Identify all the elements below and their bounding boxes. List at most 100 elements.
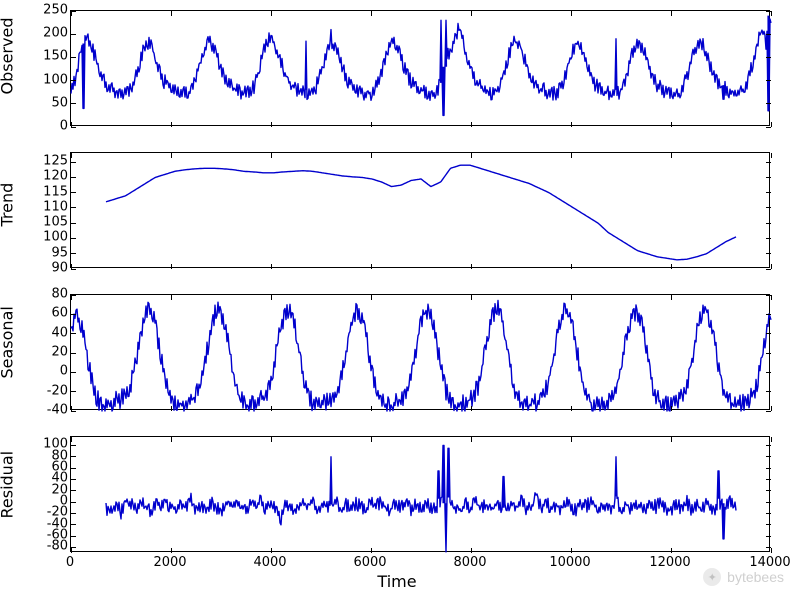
xtick-mark xyxy=(771,153,772,158)
ytick-mark xyxy=(71,11,76,12)
xtick-mark xyxy=(71,11,72,16)
xtick-mark xyxy=(671,122,672,127)
xtick-mark xyxy=(471,153,472,158)
xtick-mark xyxy=(271,264,272,269)
xtick-mark xyxy=(471,264,472,269)
ytick-mark xyxy=(71,314,76,315)
ytick-mark xyxy=(766,192,771,193)
xtick-mark xyxy=(771,295,772,300)
ylabel-observed: Observed xyxy=(0,45,17,95)
xtick-mark xyxy=(571,437,572,442)
ytick-mark xyxy=(71,536,76,537)
xtick-mark xyxy=(171,295,172,300)
ytick-mark xyxy=(766,502,771,503)
xtick-mark xyxy=(471,122,472,127)
ytick-label: 0 xyxy=(60,365,68,378)
subplot-seasonal xyxy=(70,294,770,410)
xtick-mark xyxy=(71,122,72,127)
ytick-mark xyxy=(766,391,771,392)
ytick-label: 105 xyxy=(43,216,68,229)
xtick-mark xyxy=(471,295,472,300)
xtick-mark xyxy=(471,406,472,411)
xtick-mark xyxy=(371,11,372,16)
ytick-mark xyxy=(71,411,76,412)
xtick-mark xyxy=(71,437,72,442)
xtick-mark xyxy=(171,122,172,127)
xtick-mark xyxy=(671,437,672,442)
watermark-text: bytebees xyxy=(727,569,784,585)
ytick-mark xyxy=(71,177,76,178)
xtick-mark xyxy=(71,264,72,269)
ytick-label: 125 xyxy=(43,155,68,168)
xtick-mark xyxy=(371,437,372,442)
xtick-mark xyxy=(571,406,572,411)
ytick-mark xyxy=(71,57,76,58)
ytick-label: 95 xyxy=(51,246,68,259)
seasonal-line xyxy=(71,295,769,409)
xtick-mark xyxy=(171,153,172,158)
ylabel-trend: Trend xyxy=(0,197,17,227)
xtick-mark xyxy=(471,548,472,553)
ytick-mark xyxy=(71,490,76,491)
xtick-mark xyxy=(571,264,572,269)
subplot-residual xyxy=(70,436,770,552)
ytick-mark xyxy=(71,502,76,503)
ytick-mark xyxy=(71,162,76,163)
xtick-mark xyxy=(571,295,572,300)
ytick-mark xyxy=(71,127,76,128)
ytick-mark xyxy=(766,536,771,537)
ytick-mark xyxy=(71,468,76,469)
ytick-mark xyxy=(766,479,771,480)
xtick-mark xyxy=(171,548,172,553)
ytick-mark xyxy=(71,479,76,480)
ytick-mark xyxy=(71,372,76,373)
xtick-mark xyxy=(371,264,372,269)
xtick-label: 2000 xyxy=(153,556,186,569)
xtick-mark xyxy=(571,153,572,158)
ytick-label: 100 xyxy=(43,438,68,451)
ytick-label: 250 xyxy=(43,4,68,17)
xtick-mark xyxy=(671,406,672,411)
ytick-mark xyxy=(766,207,771,208)
ytick-mark xyxy=(71,513,76,514)
xtick-mark xyxy=(171,406,172,411)
ytick-mark xyxy=(71,103,76,104)
ytick-label: 200 xyxy=(43,27,68,40)
ytick-mark xyxy=(71,269,76,270)
ytick-mark xyxy=(71,207,76,208)
ylabel-residual: Residual xyxy=(0,473,17,519)
xtick-mark xyxy=(71,548,72,553)
xtick-label: 8000 xyxy=(453,556,486,569)
xtick-mark xyxy=(771,264,772,269)
ytick-label: 20 xyxy=(51,346,68,359)
residual-line xyxy=(71,437,769,551)
ytick-mark xyxy=(766,223,771,224)
ytick-mark xyxy=(766,238,771,239)
ytick-mark xyxy=(766,177,771,178)
decomposition-figure: Observed Trend Seasonal Residual 0200040… xyxy=(0,0,794,594)
xlabel: Time xyxy=(0,572,794,591)
ytick-mark xyxy=(71,445,76,446)
xtick-mark xyxy=(371,295,372,300)
watermark: ✦ bytebees xyxy=(703,568,784,586)
xtick-mark xyxy=(271,153,272,158)
ytick-label: 0 xyxy=(60,120,68,133)
ytick-mark xyxy=(766,468,771,469)
xtick-mark xyxy=(271,548,272,553)
ytick-mark xyxy=(766,524,771,525)
xtick-mark xyxy=(271,295,272,300)
ytick-label: 150 xyxy=(43,50,68,63)
xtick-mark xyxy=(571,11,572,16)
xtick-mark xyxy=(171,264,172,269)
ytick-mark xyxy=(71,333,76,334)
ytick-mark xyxy=(71,192,76,193)
ytick-label: 110 xyxy=(43,200,68,213)
xtick-label: 10000 xyxy=(549,556,590,569)
xtick-mark xyxy=(471,11,472,16)
ytick-mark xyxy=(71,253,76,254)
xtick-mark xyxy=(371,153,372,158)
xtick-mark xyxy=(771,11,772,16)
xtick-mark xyxy=(171,11,172,16)
trend-line xyxy=(71,153,769,267)
ytick-mark xyxy=(71,391,76,392)
